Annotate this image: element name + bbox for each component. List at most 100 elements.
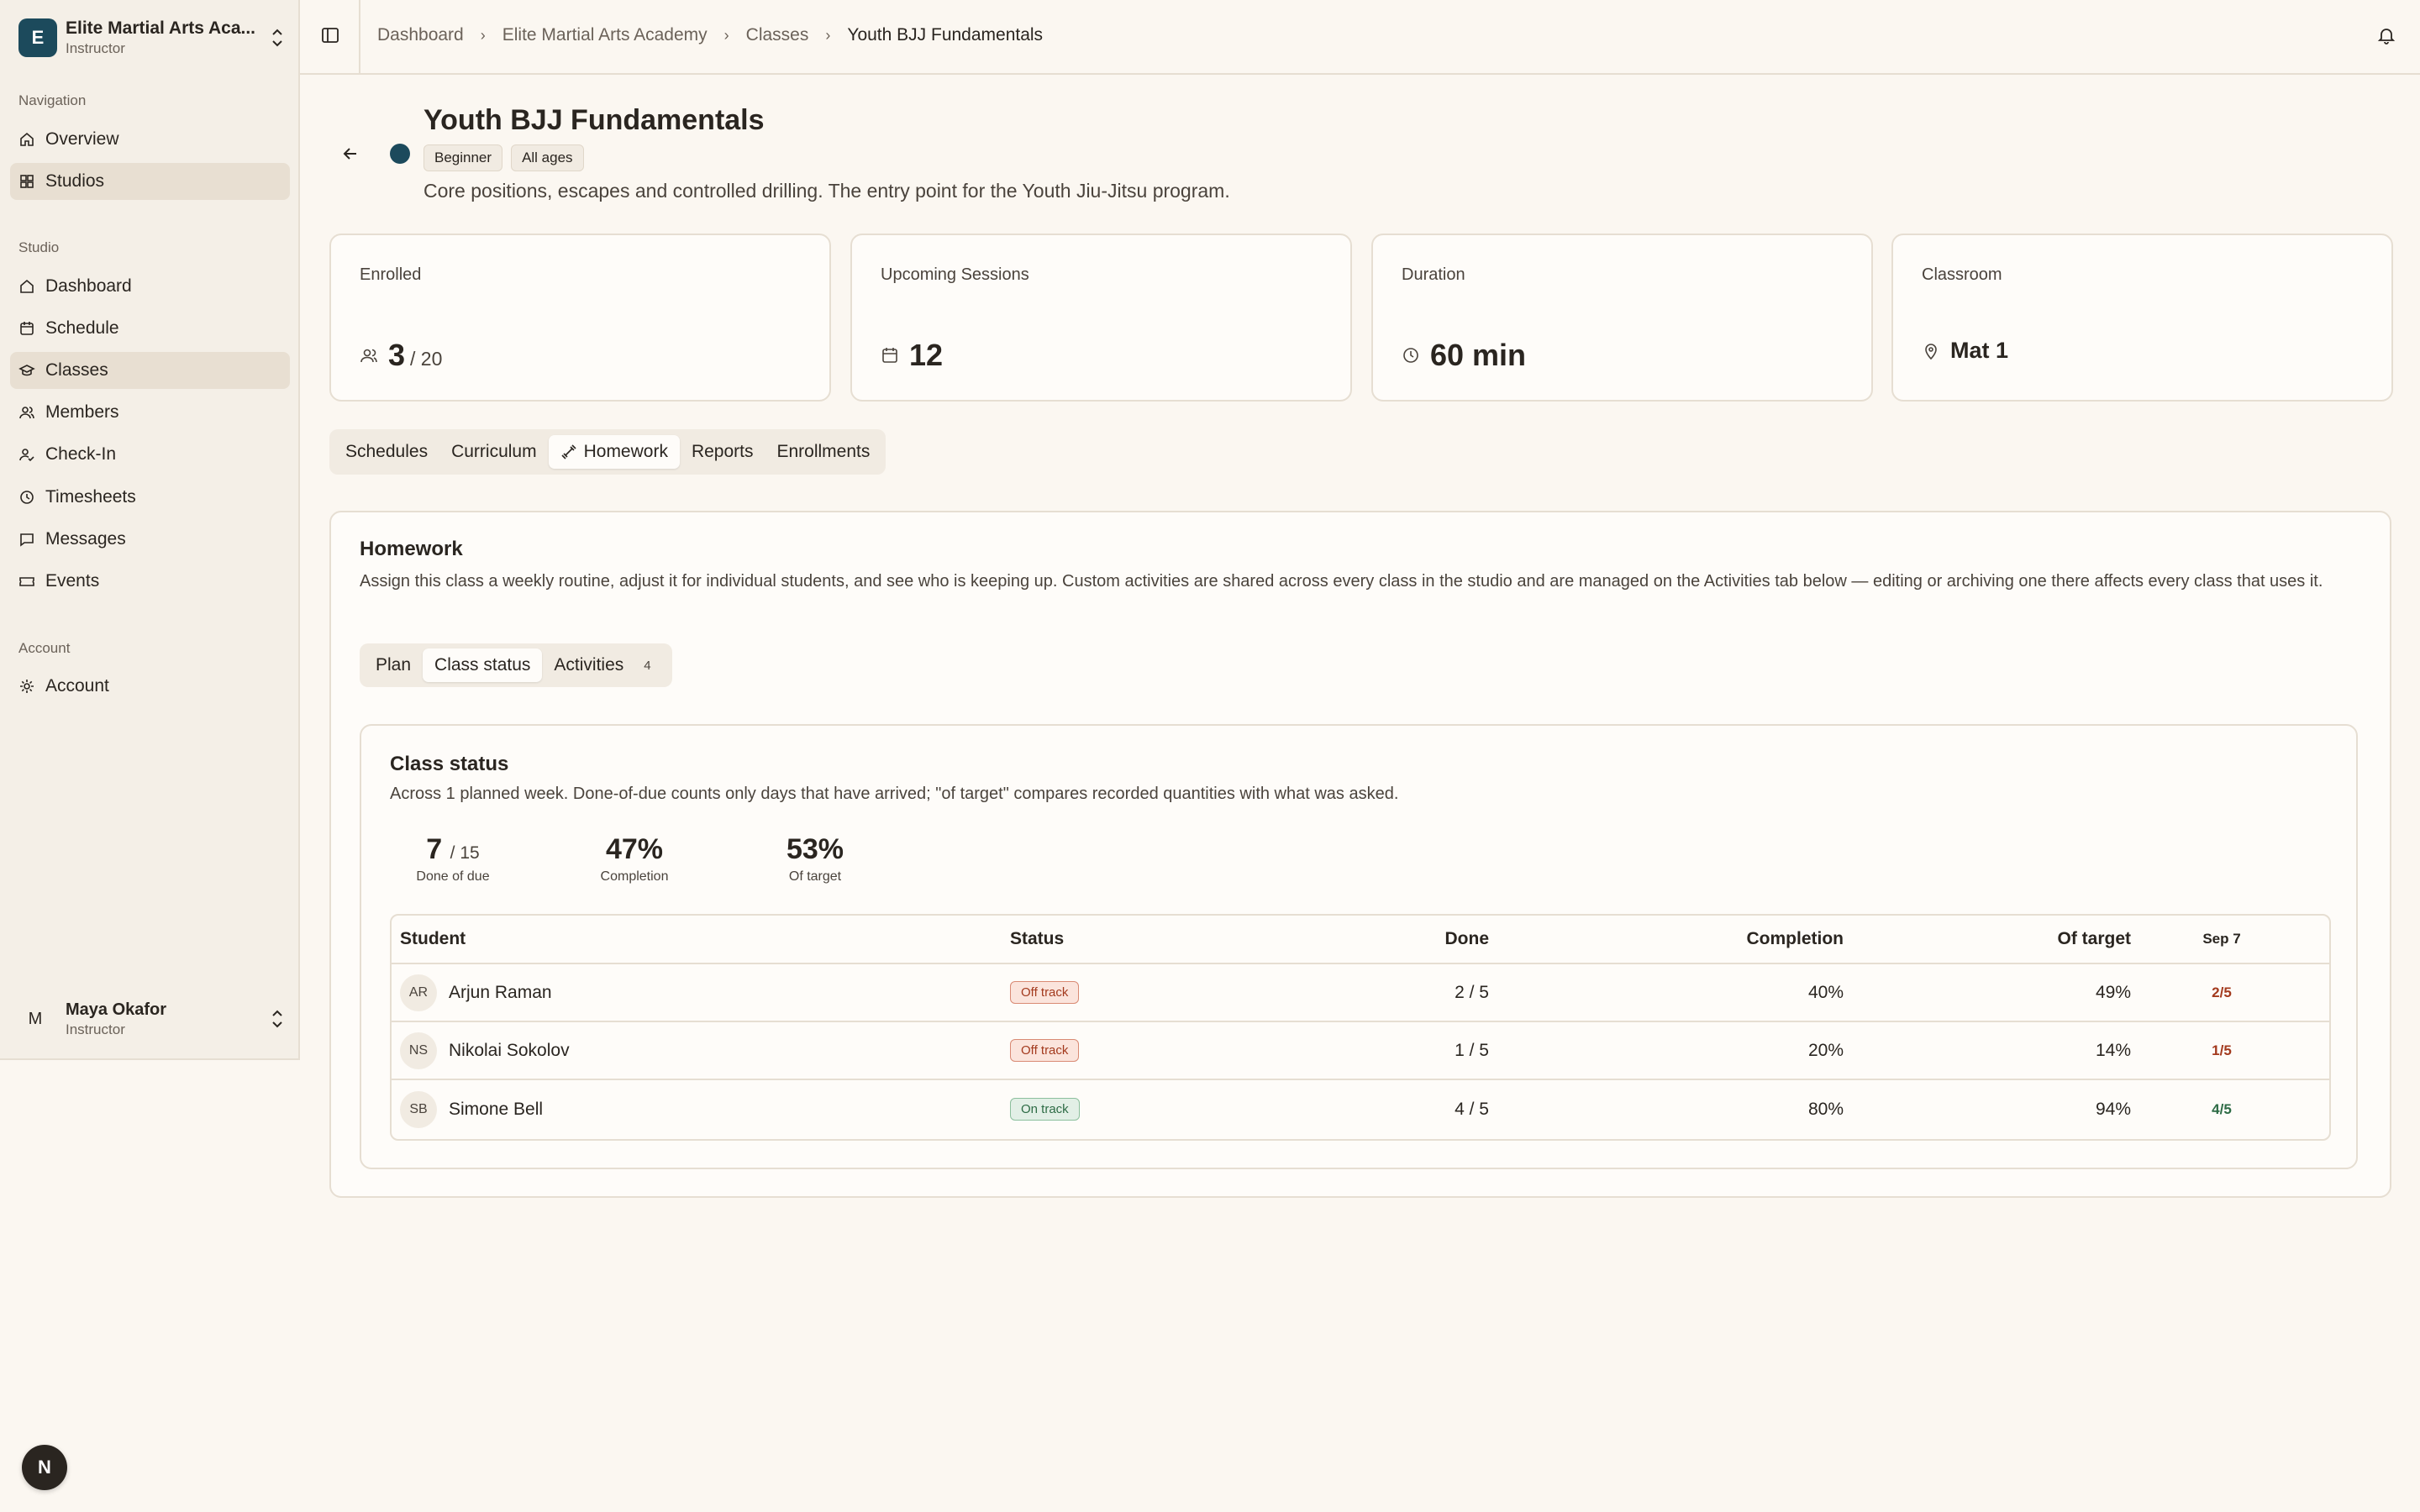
completion-value: 40% <box>1807 982 1844 1002</box>
status-badge: Off track <box>1010 981 1080 1004</box>
org-switcher[interactable]: E Elite Martial Arts Aca... Instructor <box>18 17 286 59</box>
sidebar-toggle-icon[interactable] <box>320 25 340 45</box>
class-chips: Beginner All ages <box>424 144 584 171</box>
col-student[interactable]: Student <box>400 916 466 963</box>
sidebar-item-account[interactable]: Account <box>10 668 290 705</box>
day-value: 2/5 <box>2212 984 2232 1000</box>
col-completion[interactable]: Completion <box>1747 916 1844 963</box>
avatar: NS <box>400 1032 437 1069</box>
chevron-up-down-icon <box>272 29 282 47</box>
student-name[interactable]: Arjun Raman <box>449 983 552 1003</box>
sidebar-item-classes[interactable]: Classes <box>10 352 290 389</box>
tab-enrollments[interactable]: Enrollments <box>765 435 881 469</box>
sidebar-item-events[interactable]: Events <box>10 563 290 600</box>
home-icon <box>20 132 34 146</box>
class-tabs: Schedules Curriculum Homework Reports En… <box>329 429 886 475</box>
sidebar-item-studios[interactable]: Studios <box>10 163 290 200</box>
back-arrow-icon[interactable] <box>341 144 360 163</box>
tab-label: Homework <box>583 442 668 461</box>
sidebar-item-label: Overview <box>45 129 119 149</box>
kpi-value: 53% <box>786 833 844 865</box>
sidebar-item-label: Studios <box>45 171 105 191</box>
class-status-title: Class status <box>390 753 509 775</box>
completion-value: 80% <box>1807 1099 1844 1119</box>
homework-description: Assign this class a weekly routine, adju… <box>360 572 2323 591</box>
org-name: Elite Martial Arts Aca... <box>66 18 256 38</box>
sidebar-item-messages[interactable]: Messages <box>10 521 290 558</box>
grid-icon <box>20 175 34 188</box>
floating-n-badge[interactable]: N <box>22 1445 67 1490</box>
section-label-account: Account <box>18 640 71 656</box>
breadcrumb-classes[interactable]: Classes <box>746 25 809 45</box>
sidebar-item-label: Members <box>45 402 119 422</box>
org-role: Instructor <box>66 40 125 56</box>
sidebar-item-label: Account <box>45 676 109 696</box>
class-description: Core positions, escapes and controlled d… <box>424 180 1230 202</box>
avatar: M <box>28 1009 43 1028</box>
ticket-icon <box>19 577 34 586</box>
tab-schedules[interactable]: Schedules <box>334 435 439 469</box>
tab-curriculum[interactable]: Curriculum <box>439 435 549 469</box>
breadcrumb-academy[interactable]: Elite Martial Arts Academy <box>502 25 708 45</box>
day-value: 1/5 <box>2212 1042 2232 1058</box>
chevron-right-icon: › <box>825 26 831 44</box>
kpi-value: 7 <box>426 833 443 865</box>
done-value: 2 / 5 <box>1455 982 1489 1002</box>
stat-card-sessions: Upcoming Sessions 12 <box>850 234 1352 402</box>
sidebar-item-members[interactable]: Members <box>10 394 290 431</box>
topbar-divider <box>359 0 360 75</box>
section-label-navigation: Navigation <box>18 92 87 108</box>
calendar-icon <box>20 322 34 335</box>
sidebar-item-check-in[interactable]: Check-In <box>10 436 290 473</box>
age-chip: All ages <box>511 144 584 171</box>
stat-label: Classroom <box>1922 265 2002 284</box>
breadcrumb: Dashboard › Elite Martial Arts Academy ›… <box>377 25 1043 45</box>
user-role: Instructor <box>66 1021 125 1037</box>
target-value: 49% <box>2095 982 2131 1002</box>
kpi-value: 47% <box>605 833 664 865</box>
kpi-label: Completion <box>600 869 669 884</box>
completion-value: 20% <box>1807 1040 1844 1060</box>
dumbbell-icon <box>561 444 576 459</box>
clock-icon <box>1403 348 1418 363</box>
users-icon <box>19 407 34 419</box>
subtab-activities[interactable]: Activities 4 <box>542 648 667 682</box>
tab-reports[interactable]: Reports <box>680 435 765 469</box>
table-row[interactable]: NS Nikolai Sokolov Off track 1 / 5 20% 14… <box>392 1022 2329 1080</box>
dashboard-icon <box>20 279 34 293</box>
kpi-completion: 47% Completion <box>567 833 702 885</box>
table-row[interactable]: AR Arjun Raman Off track 2 / 5 40% 49% 2/… <box>392 964 2329 1022</box>
kpi-of-target: 53% Of target <box>748 833 882 885</box>
sidebar-item-overview[interactable]: Overview <box>10 121 290 158</box>
subtab-class-status[interactable]: Class status <box>423 648 543 682</box>
col-of-target[interactable]: Of target <box>2057 916 2131 963</box>
breadcrumb-current: Youth BJJ Fundamentals <box>847 25 1044 45</box>
sidebar: E Elite Martial Arts Aca... Instructor N… <box>0 0 300 1060</box>
sidebar-item-label: Dashboard <box>45 276 132 296</box>
stat-label: Upcoming Sessions <box>881 265 1029 284</box>
sidebar-item-label: Timesheets <box>45 487 136 507</box>
subtab-plan[interactable]: Plan <box>364 648 423 682</box>
student-name[interactable]: Nikolai Sokolov <box>449 1041 570 1061</box>
user-name: Maya Okafor <box>66 1000 167 1019</box>
clock-icon <box>20 491 34 504</box>
chevron-right-icon: › <box>723 26 729 44</box>
col-done[interactable]: Done <box>1445 916 1490 963</box>
tab-homework[interactable]: Homework <box>548 435 680 469</box>
col-status[interactable]: Status <box>1010 916 1064 963</box>
bell-icon[interactable] <box>2376 25 2396 45</box>
avatar: AR <box>400 974 437 1011</box>
status-badge: Off track <box>1010 1039 1080 1062</box>
done-value: 4 / 5 <box>1455 1099 1489 1119</box>
user-menu[interactable]: M Maya Okafor Instructor <box>18 998 286 1040</box>
homework-title: Homework <box>360 538 463 560</box>
sidebar-item-timesheets[interactable]: Timesheets <box>10 479 290 516</box>
student-name[interactable]: Simone Bell <box>449 1100 543 1120</box>
breadcrumb-dashboard[interactable]: Dashboard <box>377 25 464 45</box>
stat-card-enrolled: Enrolled 3 / 20 <box>329 234 831 402</box>
sidebar-item-schedule[interactable]: Schedule <box>10 310 290 347</box>
table-row[interactable]: SB Simone Bell On track 4 / 5 80% 94% 4/5 <box>392 1080 2329 1138</box>
sidebar-item-dashboard[interactable]: Dashboard <box>10 268 290 305</box>
users-icon <box>360 349 377 363</box>
col-day[interactable]: Sep 7 <box>2188 916 2255 963</box>
